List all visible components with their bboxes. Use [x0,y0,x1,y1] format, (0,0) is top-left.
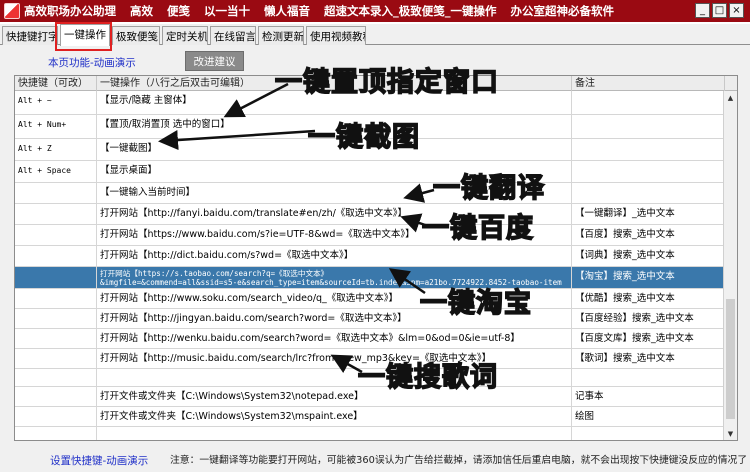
row-action-cell[interactable]: 打开网站【http://music.baidu.com/search/lrc?f… [97,349,572,368]
row-shortcut-cell[interactable]: Alt + Num+ [15,115,97,138]
title-bar: 高效职场办公助理 高效 便笺 以一当十 懒人福音 超速文本录入_极致便笺_一键操… [0,0,750,22]
row-shortcut-cell[interactable] [15,329,97,348]
annotation-lyrics: 一键搜歌词 [357,361,498,394]
row-note-cell[interactable] [572,369,725,386]
row-action-line1: 打开网站【https://s.taobao.com/search?q=《取选中文… [100,269,329,278]
row-shortcut-cell[interactable] [15,369,97,386]
table-row[interactable]: 打开网站【http://www.soku.com/search_video/q_… [15,289,725,309]
header-shortcut[interactable]: 快捷键（可改） [15,76,97,91]
row-note-cell[interactable] [572,91,725,114]
row-shortcut-cell[interactable] [15,246,97,266]
main-panel: 本页功能-动画演示 改进建议 快捷键（可改） 一键操作（八行之后双击可编辑） 备… [0,45,750,472]
table-row[interactable]: 打开网站【https://s.taobao.com/search?q=《取选中文… [15,267,725,289]
row-note-cell[interactable] [572,161,725,182]
app-logo-icon [4,3,20,19]
menu-item-bangongshi[interactable]: 办公室超神必备软件 [511,3,615,19]
row-note-cell[interactable]: 【百度文库】搜索_选中文本 [572,329,725,348]
table-row[interactable]: Alt + Space 【显示桌面】 [15,161,725,183]
row-action-cell[interactable] [97,427,572,440]
row-shortcut-cell[interactable] [15,289,97,308]
scroll-down-arrow-icon[interactable]: ▼ [724,427,737,440]
row-shortcut-cell[interactable] [15,349,97,368]
notice-text: 注意：一键翻译等功能要打开网站，可能被360误认为广告给拦截掉，请添加信任后重启… [170,455,748,466]
header-note[interactable]: 备注 [572,76,725,91]
row-shortcut-cell[interactable] [15,183,97,203]
tab-shortcut-typing[interactable]: 快捷键打字 [2,26,58,45]
tab-video-tutorial[interactable]: 使用视频教程 [306,26,366,45]
annotation-screenshot: 一键截图 [307,121,420,154]
row-note-cell[interactable]: 记事本 [572,387,725,406]
table-row[interactable]: 打开网站【http://wenku.baidu.com/search?word=… [15,329,725,349]
row-shortcut-cell[interactable] [15,387,97,406]
row-note-cell[interactable] [572,115,725,138]
close-button[interactable]: × [729,3,744,18]
table-row[interactable]: 打开网站【https://www.baidu.com/s?ie=UTF-8&wd… [15,225,725,246]
row-note-cell[interactable] [572,183,725,203]
table-row[interactable] [15,427,725,440]
menu-item-lanren[interactable]: 懒人福音 [264,3,310,19]
row-shortcut-cell[interactable] [15,309,97,328]
minimize-button[interactable]: _ [695,3,710,18]
table-row[interactable]: 打开文件或文件夹【C:\Windows\System32\mspaint.exe… [15,407,725,427]
tab-strip: 快捷键打字 一键操作 极致便笺 定时关机 在线留言 检测更新 使用视频教程 [0,24,750,46]
menu-item-yidangshi[interactable]: 以一当十 [204,3,250,19]
row-action-cell[interactable]: 打开文件或文件夹【C:\Windows\System32\notepad.exe… [97,387,572,406]
row-shortcut-cell[interactable] [15,267,97,288]
scroll-thumb[interactable] [726,299,735,419]
row-note-cell[interactable]: 【歌词】搜索_选中文本 [572,349,725,368]
row-note-cell[interactable]: 【百度】搜索_选中文本 [572,225,725,245]
table-row[interactable]: 打开网站【http://jingyan.baidu.com/search?wor… [15,309,725,329]
row-note-cell[interactable]: 【淘宝】搜索_选中文本 [572,267,725,288]
menu-item-bianjian[interactable]: 便笺 [167,3,190,19]
row-shortcut-cell[interactable] [15,204,97,224]
row-shortcut-cell[interactable] [15,407,97,426]
menu-item-gaoxiao[interactable]: 高效 [130,3,153,19]
row-shortcut-cell[interactable] [15,427,97,440]
row-note-cell[interactable]: 【词典】搜索_选中文本 [572,246,725,266]
row-note-cell[interactable] [572,139,725,160]
table-row[interactable]: 打开网站【http://fanyi.baidu.com/translate#en… [15,204,725,225]
annotation-pin: 一键置顶指定窗口 [274,66,499,99]
row-action-cell[interactable]: 打开网站【http://dict.baidu.com/s?wd=《取选中文本》】 [97,246,572,266]
row-note-cell[interactable] [572,427,725,440]
tab-message[interactable]: 在线留言 [210,26,256,45]
tab-memo[interactable]: 极致便笺 [112,26,160,45]
row-action-cell[interactable] [97,369,572,386]
menu-item-chaosu[interactable]: 超速文本录入_极致便笺_一键操作 [324,3,497,19]
tab-update[interactable]: 检测更新 [258,26,304,45]
grid-scrollbar[interactable]: ▲ ▼ [723,91,737,440]
row-shortcut-cell[interactable]: Alt + Space [15,161,97,182]
table-row[interactable]: 【一键输入当前时间】 [15,183,725,204]
row-shortcut-cell[interactable] [15,225,97,245]
annotation-translate: 一键翻译 [432,172,545,205]
table-row[interactable]: 打开网站【http://dict.baidu.com/s?wd=《取选中文本》】… [15,246,725,267]
row-note-cell[interactable]: 绘图 [572,407,725,426]
settings-demo-link[interactable]: 设置快捷键-动画演示 [50,453,148,468]
maximize-button[interactable]: □ [712,3,727,18]
row-action-cell[interactable]: 打开网站【http://wenku.baidu.com/search?word=… [97,329,572,348]
row-shortcut-cell[interactable]: Alt + ~ [15,91,97,114]
tab-shutdown[interactable]: 定时关机 [162,26,208,45]
tab-highlight-box [55,22,112,51]
row-note-cell[interactable]: 【一键翻译】_选中文本 [572,204,725,224]
row-action-cell[interactable]: 打开文件或文件夹【C:\Windows\System32\mspaint.exe… [97,407,572,426]
annotation-taobao: 一键淘宝 [419,287,532,320]
improve-button[interactable]: 改进建议 [185,51,244,71]
row-note-cell[interactable]: 【百度经验】搜索_选中文本 [572,309,725,328]
row-shortcut-cell[interactable]: Alt + Z [15,139,97,160]
scroll-up-arrow-icon[interactable]: ▲ [724,91,737,105]
app-title: 高效职场办公助理 [24,4,116,18]
row-note-cell[interactable]: 【优酷】搜索_选中文本 [572,289,725,308]
demo-link[interactable]: 本页功能-动画演示 [48,55,136,70]
annotation-baidu: 一键百度 [421,212,534,245]
